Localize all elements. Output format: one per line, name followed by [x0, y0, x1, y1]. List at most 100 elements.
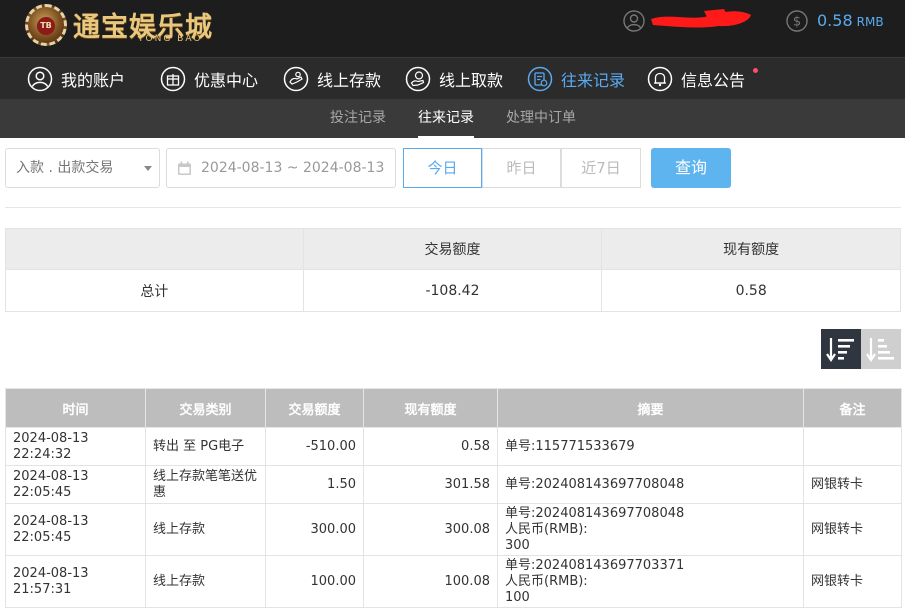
cell-amount: 1.50	[265, 465, 364, 504]
summary-line: 单号:202408143697708048	[505, 476, 685, 492]
cell-time: 2024-08-13 22:05:45	[5, 465, 146, 504]
transaction-type-value: 入款 . 出款交易	[16, 160, 114, 176]
table-row: 2024-08-13 22:05:45 线上存款 300.00 300.08 单…	[5, 503, 902, 556]
nav-item-label: 信息公告	[681, 71, 746, 90]
nav-item-label: 往来记录	[561, 71, 626, 90]
tab-pending-orders[interactable]: 处理中订单	[506, 99, 576, 138]
notification-dot	[753, 68, 758, 73]
table-row: 2024-08-13 22:24:32 转出 至 PG电子 -510.00 0.…	[5, 427, 902, 466]
summary-line: 300	[505, 537, 530, 553]
cell-balance: 300.08	[363, 503, 498, 556]
cell-time: 2024-08-13 21:57:31	[5, 555, 146, 608]
deposit-icon	[283, 66, 309, 92]
cell-summary: 单号:115771533679	[497, 427, 804, 466]
summary-line: 人民币(RMB):	[505, 573, 588, 589]
records-table: 时间 交易类别 交易额度 现有额度 摘要 备注 2024-08-13 22:24…	[5, 388, 902, 608]
column-header-amount: 交易额度	[265, 388, 364, 428]
divider	[5, 207, 901, 208]
quick-yesterday-button[interactable]: 昨日	[482, 148, 561, 188]
nav-item-announcements[interactable]: 信息公告	[647, 58, 745, 100]
cell-amount: 300.00	[265, 503, 364, 556]
summary-header-row: 交易额度 现有额度	[5, 228, 901, 270]
username-redaction	[651, 9, 751, 28]
bell-icon	[647, 66, 673, 92]
query-button[interactable]: 查询	[651, 148, 731, 188]
cell-amount: -510.00	[265, 427, 364, 466]
cell-note: 网银转卡	[803, 503, 902, 556]
sort-ascending-button[interactable]	[861, 329, 901, 369]
summary-line: 100	[505, 589, 530, 605]
column-header-category: 交易类别	[145, 388, 266, 428]
records-icon	[527, 66, 553, 92]
balance-value: 0.58	[817, 11, 853, 30]
svg-text:$: $	[793, 15, 801, 30]
transaction-type-select[interactable]: 入款 . 出款交易	[5, 148, 160, 188]
column-header-note: 备注	[803, 388, 902, 428]
nav-item-label: 线上存款	[317, 71, 382, 90]
cell-category: 线上存款	[145, 555, 266, 608]
summary-line: 单号:202408143697703371	[505, 557, 685, 573]
nav-item-account[interactable]: 我的账户	[27, 58, 125, 100]
summary-line: 人民币(RMB):	[505, 521, 588, 537]
cell-time: 2024-08-13 22:24:32	[5, 427, 146, 466]
summary-header-cell: 现有额度	[601, 228, 901, 270]
cell-summary: 单号:202408143697708048 人民币(RMB): 300	[497, 503, 804, 556]
cell-note: 网银转卡	[803, 465, 902, 504]
summary-total-balance: 0.58	[601, 269, 901, 312]
nav-item-label: 线上取款	[439, 71, 504, 90]
nav-item-promotions[interactable]: 优惠中心	[160, 58, 258, 100]
cell-balance: 0.58	[363, 427, 498, 466]
cell-summary: 单号:202408143697708048	[497, 465, 804, 504]
nav-item-withdraw[interactable]: 线上取款	[405, 58, 503, 100]
nav-item-label: 优惠中心	[194, 71, 259, 90]
tab-bet-records[interactable]: 投注记录	[330, 99, 386, 138]
sub-nav: 投注记录 往来记录 处理中订单	[0, 99, 905, 138]
summary-total-row: 总计 -108.42 0.58	[5, 269, 901, 312]
summary-total-amount: -108.42	[302, 269, 603, 312]
user-icon[interactable]	[623, 10, 645, 32]
summary-line: 单号:202408143697708048	[505, 505, 685, 521]
top-bar: TB 通宝娱乐城 TONG BAO $ 0.58 RMB	[0, 0, 905, 57]
nav-item-label: 我的账户	[61, 71, 126, 90]
logo-subtitle: TONG BAO	[138, 34, 203, 44]
records-header-row: 时间 交易类别 交易额度 现有额度 摘要 备注	[5, 388, 902, 428]
cell-category: 转出 至 PG电子	[145, 427, 266, 466]
quick-today-button[interactable]: 今日	[403, 148, 482, 188]
main-nav: 我的账户 优惠中心 线上存款 线上取款 往来记录 信息公告	[0, 57, 905, 99]
quick-last7days-button[interactable]: 近7日	[561, 148, 641, 188]
date-range-value: 2024-08-13 ~ 2024-08-13	[201, 160, 385, 176]
summary-total-label: 总计	[5, 269, 304, 312]
cell-category: 线上存款	[145, 503, 266, 556]
sort-descending-button[interactable]	[821, 329, 861, 369]
cell-summary: 单号:202408143697703371 人民币(RMB): 100	[497, 555, 804, 608]
currency-label: RMB	[856, 15, 884, 29]
cell-balance: 301.58	[363, 465, 498, 504]
sort-descending-icon	[826, 338, 854, 362]
summary-header-cell	[5, 228, 304, 270]
summary-line: 单号:115771533679	[505, 438, 635, 454]
date-range-input[interactable]: 2024-08-13 ~ 2024-08-13	[166, 148, 396, 188]
nav-item-records[interactable]: 往来记录	[527, 58, 625, 100]
column-header-time: 时间	[5, 388, 146, 428]
table-row: 2024-08-13 22:05:45 线上存款笔笔送优惠 1.50 301.5…	[5, 465, 902, 504]
logo[interactable]: TB 通宝娱乐城 TONG BAO	[25, 4, 215, 52]
gift-icon	[160, 66, 186, 92]
logo-coin-icon: TB	[25, 4, 67, 46]
tab-transaction-records[interactable]: 往来记录	[418, 99, 474, 138]
logo-badge: TB	[37, 17, 55, 35]
nav-item-deposit[interactable]: 线上存款	[283, 58, 381, 100]
cell-amount: 100.00	[265, 555, 364, 608]
user-circle-icon	[27, 66, 53, 92]
cell-category: 线上存款笔笔送优惠	[145, 465, 266, 504]
withdraw-icon	[405, 66, 431, 92]
sort-ascending-icon	[866, 338, 894, 362]
dollar-icon: $	[786, 10, 808, 32]
summary-header-cell: 交易额度	[302, 228, 603, 270]
cell-note	[803, 427, 902, 466]
cell-note: 网银转卡	[803, 555, 902, 608]
table-row: 2024-08-13 21:57:31 线上存款 100.00 100.08 单…	[5, 555, 902, 608]
column-header-summary: 摘要	[497, 388, 804, 428]
summary-table: 交易额度 现有额度 总计 -108.42 0.58	[5, 228, 901, 312]
balance-display: 0.58 RMB	[817, 11, 884, 30]
column-header-balance: 现有额度	[363, 388, 498, 428]
